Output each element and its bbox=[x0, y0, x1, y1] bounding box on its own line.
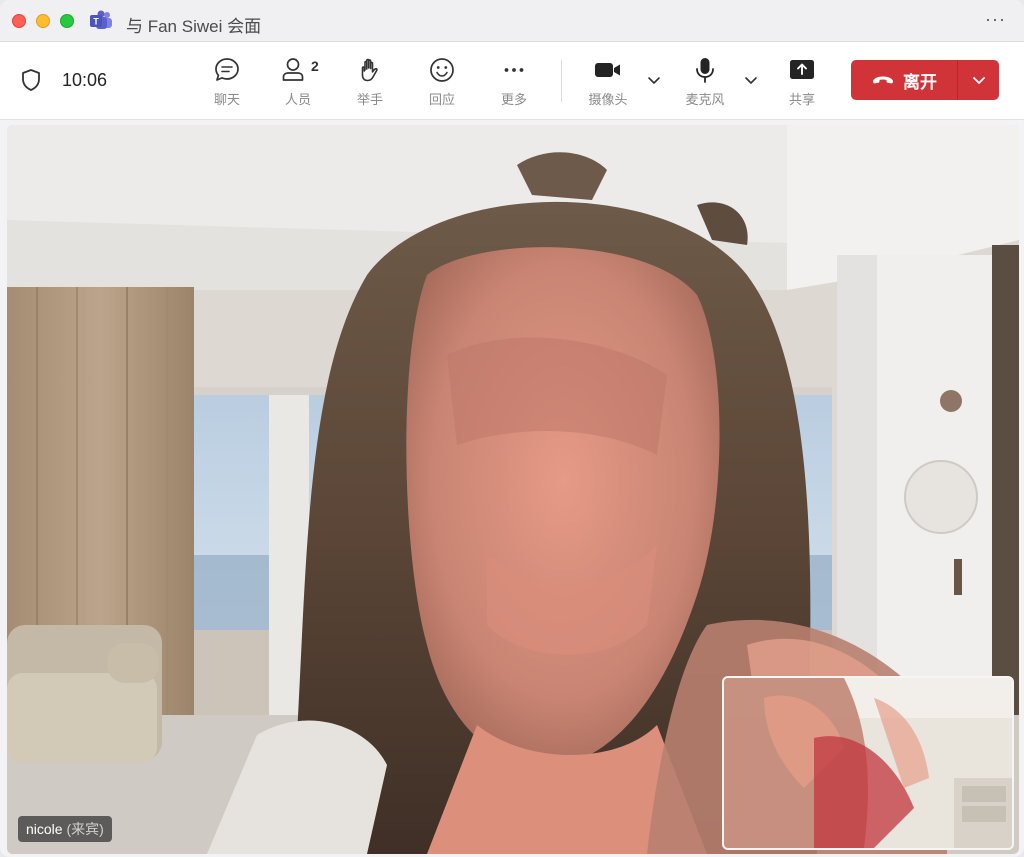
toolbar-divider bbox=[561, 60, 562, 102]
participant-name-tag: nicole (来宾) bbox=[18, 816, 112, 842]
chevron-down-icon bbox=[972, 77, 985, 84]
camera-button[interactable]: 摄像头 bbox=[580, 54, 636, 110]
window-close-button[interactable] bbox=[12, 14, 26, 28]
participant-role: (来宾) bbox=[66, 821, 104, 837]
participant-name: nicole bbox=[26, 821, 63, 837]
camera-icon bbox=[595, 63, 620, 77]
svg-text:T: T bbox=[93, 17, 99, 27]
window-maximize-button[interactable] bbox=[60, 14, 74, 28]
react-label: 回应 bbox=[428, 92, 455, 107]
meeting-timer: 10:06 bbox=[62, 70, 108, 90]
camera-label: 摄像头 bbox=[588, 92, 628, 107]
people-label: 人员 bbox=[284, 92, 311, 107]
leave-options-button[interactable] bbox=[958, 60, 999, 100]
people-icon bbox=[282, 58, 304, 81]
leave-control: 离开 bbox=[851, 60, 999, 100]
more-button[interactable]: 更多 bbox=[486, 54, 542, 110]
shield-icon[interactable] bbox=[20, 68, 42, 92]
chat-label: 聊天 bbox=[213, 92, 240, 107]
mic-icon bbox=[696, 58, 714, 83]
phone-hangup-icon bbox=[873, 76, 893, 84]
raise-hand-button[interactable]: 举手 bbox=[342, 54, 398, 110]
react-button[interactable]: 回应 bbox=[414, 54, 470, 110]
people-count-badge: 2 bbox=[311, 58, 319, 74]
mic-button[interactable]: 麦克风 bbox=[677, 54, 733, 110]
chat-button[interactable]: 聊天 bbox=[199, 54, 255, 110]
mic-label: 麦克风 bbox=[685, 92, 725, 107]
teams-logo-icon: T bbox=[90, 10, 112, 29]
window-title: 与 Fan Siwei 会面 bbox=[126, 17, 262, 36]
video-stage: nicole (来宾) bbox=[7, 125, 1019, 854]
people-button[interactable]: 2 人员 bbox=[270, 54, 326, 110]
chat-icon bbox=[215, 58, 239, 81]
self-video-feed bbox=[724, 678, 1012, 848]
chevron-down-icon[interactable] bbox=[743, 72, 759, 88]
leave-label: 离开 bbox=[903, 72, 937, 92]
chevron-down-icon[interactable] bbox=[646, 72, 662, 88]
self-video-preview[interactable] bbox=[722, 676, 1014, 850]
more-label: 更多 bbox=[500, 92, 527, 107]
window-more-button[interactable]: ··· bbox=[985, 9, 1006, 30]
meeting-toolbar: 10:06 聊天 2 人员 举手 回应 更多 摄像头 麦克风 共享 离开 bbox=[0, 42, 1024, 120]
leave-button[interactable]: 离开 bbox=[851, 60, 957, 100]
share-label: 共享 bbox=[788, 92, 815, 107]
title-bar: T 与 Fan Siwei 会面 ··· bbox=[0, 0, 1024, 42]
window-minimize-button[interactable] bbox=[36, 14, 50, 28]
smile-icon bbox=[430, 58, 454, 82]
share-button[interactable]: 共享 bbox=[774, 54, 830, 110]
hand-icon bbox=[361, 58, 378, 82]
more-icon bbox=[504, 68, 524, 72]
raise-hand-label: 举手 bbox=[356, 92, 383, 107]
share-icon bbox=[790, 60, 814, 79]
meeting-window: T 与 Fan Siwei 会面 ··· 10:06 聊天 2 人员 举手 回应… bbox=[0, 0, 1024, 857]
